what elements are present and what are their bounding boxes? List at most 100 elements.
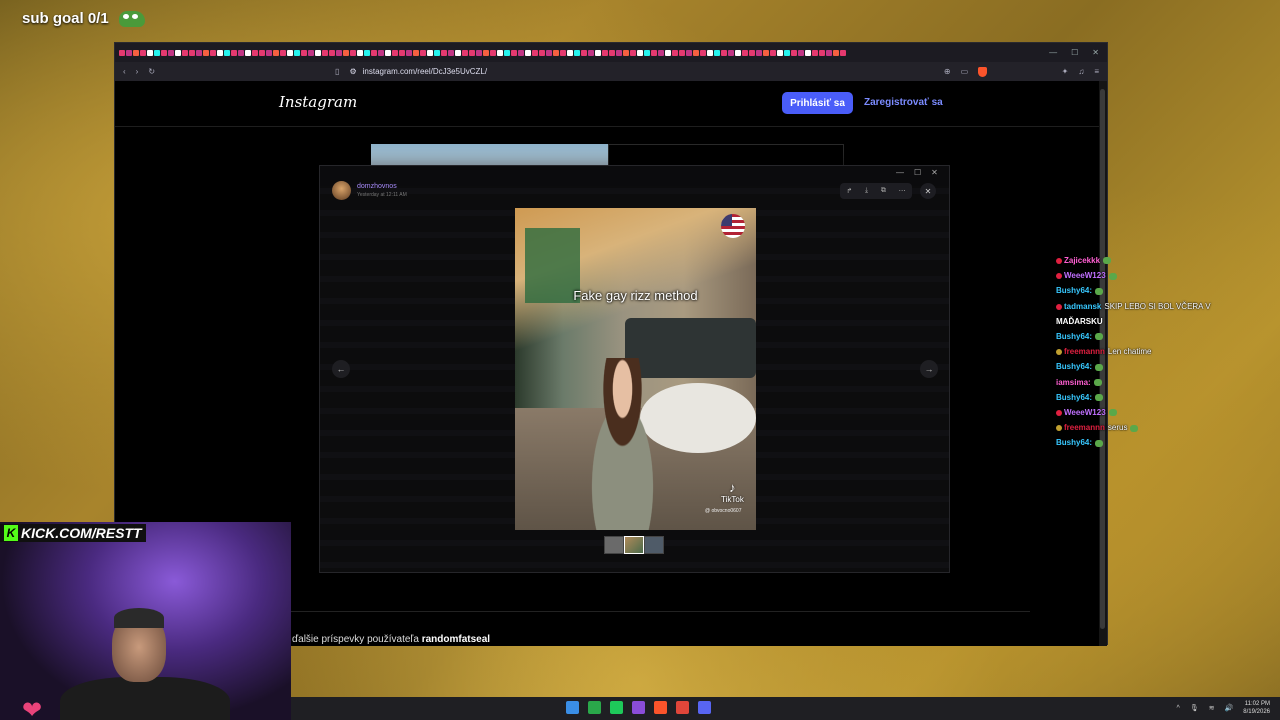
- browser-tab[interactable]: [448, 49, 454, 56]
- browser-tab[interactable]: [812, 49, 818, 56]
- browser-tab[interactable]: [602, 49, 608, 56]
- browser-tab[interactable]: [623, 49, 629, 56]
- browser-tab[interactable]: [700, 49, 706, 56]
- more-icon[interactable]: ⋯: [899, 187, 906, 195]
- browser-tab[interactable]: [287, 49, 293, 56]
- browser-tab[interactable]: [161, 49, 167, 56]
- browser-tab[interactable]: [616, 49, 622, 56]
- browser-tab[interactable]: [714, 49, 720, 56]
- browser-tab[interactable]: [574, 49, 580, 56]
- browser-tab[interactable]: [791, 49, 797, 56]
- browser-tab[interactable]: [210, 49, 216, 56]
- browser-tab[interactable]: [252, 49, 258, 56]
- browser-tab[interactable]: [686, 49, 692, 56]
- taskbar-app-icon[interactable]: [632, 701, 645, 714]
- browser-tab[interactable]: [777, 49, 783, 56]
- taskbar-app-icon[interactable]: [566, 701, 579, 714]
- next-arrow-icon[interactable]: →: [920, 360, 938, 378]
- maximize-icon[interactable]: ☐: [1071, 48, 1078, 57]
- browser-tab[interactable]: [119, 49, 125, 56]
- browser-tab[interactable]: [189, 49, 195, 56]
- browser-tab[interactable]: [441, 49, 447, 56]
- browser-tab[interactable]: [518, 49, 524, 56]
- browser-tab[interactable]: [231, 49, 237, 56]
- taskbar-app-icon[interactable]: [698, 701, 711, 714]
- browser-tab[interactable]: [238, 49, 244, 56]
- browser-tab[interactable]: [504, 49, 510, 56]
- browser-tab[interactable]: [350, 49, 356, 56]
- browser-tab[interactable]: [637, 49, 643, 56]
- more-posts-user[interactable]: randomfatseal: [422, 634, 490, 645]
- browser-tab[interactable]: [840, 49, 846, 56]
- close-window-icon[interactable]: ✕: [1092, 48, 1099, 57]
- browser-tab[interactable]: [245, 49, 251, 56]
- browser-tab[interactable]: [322, 49, 328, 56]
- browser-tab[interactable]: [357, 49, 363, 56]
- browser-tab[interactable]: [567, 49, 573, 56]
- browser-tab[interactable]: [343, 49, 349, 56]
- open-external-icon[interactable]: ⧉: [881, 187, 886, 195]
- browser-tab[interactable]: [525, 49, 531, 56]
- browser-tab[interactable]: [651, 49, 657, 56]
- browser-tab[interactable]: [483, 49, 489, 56]
- taskbar-app-icon[interactable]: [676, 701, 689, 714]
- mic-icon[interactable]: 🎙: [1190, 704, 1199, 712]
- browser-tab[interactable]: [756, 49, 762, 56]
- browser-tab[interactable]: [413, 49, 419, 56]
- browser-tab[interactable]: [203, 49, 209, 56]
- popup-maximize-icon[interactable]: ☐: [914, 168, 921, 177]
- browser-tab[interactable]: [490, 49, 496, 56]
- browser-tab[interactable]: [427, 49, 433, 56]
- download-icon[interactable]: ⤓: [865, 187, 868, 195]
- taskbar-app-icon[interactable]: [610, 701, 623, 714]
- browser-tab[interactable]: [658, 49, 664, 56]
- reload-icon[interactable]: ↻: [148, 67, 155, 76]
- browser-tab[interactable]: [399, 49, 405, 56]
- extensions-icon[interactable]: ✦: [1062, 67, 1069, 76]
- browser-tab[interactable]: [728, 49, 734, 56]
- browser-tab[interactable]: [385, 49, 391, 56]
- browser-tab[interactable]: [532, 49, 538, 56]
- browser-tab[interactable]: [546, 49, 552, 56]
- browser-tab[interactable]: [553, 49, 559, 56]
- browser-tab[interactable]: [560, 49, 566, 56]
- browser-tab[interactable]: [126, 49, 132, 56]
- login-button[interactable]: Prihlásiť sa: [782, 92, 853, 114]
- browser-tab[interactable]: [182, 49, 188, 56]
- browser-tab[interactable]: [294, 49, 300, 56]
- menu-icon[interactable]: ≡: [1094, 67, 1099, 76]
- browser-tab[interactable]: [770, 49, 776, 56]
- browser-tab[interactable]: [539, 49, 545, 56]
- browser-tab[interactable]: [371, 49, 377, 56]
- browser-tab[interactable]: [735, 49, 741, 56]
- thumbnail[interactable]: [644, 536, 664, 554]
- browser-tab[interactable]: [147, 49, 153, 56]
- browser-tab[interactable]: [301, 49, 307, 56]
- browser-tab[interactable]: [315, 49, 321, 56]
- browser-tab[interactable]: [497, 49, 503, 56]
- browser-tab[interactable]: [378, 49, 384, 56]
- zoom-icon[interactable]: ⊕: [944, 67, 951, 77]
- browser-tab[interactable]: [364, 49, 370, 56]
- browser-tab[interactable]: [175, 49, 181, 56]
- register-link[interactable]: Zaregistrovať sa: [864, 97, 943, 108]
- avatar[interactable]: [332, 181, 351, 200]
- browser-tab[interactable]: [140, 49, 146, 56]
- browser-tab[interactable]: [588, 49, 594, 56]
- browser-tab[interactable]: [819, 49, 825, 56]
- browser-tab[interactable]: [511, 49, 517, 56]
- browser-tab[interactable]: [133, 49, 139, 56]
- popup-minimize-icon[interactable]: —: [896, 168, 904, 177]
- minimize-icon[interactable]: —: [1049, 48, 1057, 57]
- browser-tab[interactable]: [763, 49, 769, 56]
- browser-tab[interactable]: [609, 49, 615, 56]
- browser-tab[interactable]: [280, 49, 286, 56]
- browser-tab[interactable]: [805, 49, 811, 56]
- tray-chevron-icon[interactable]: ^: [1177, 705, 1180, 712]
- thumbnail-selected[interactable]: [624, 536, 644, 554]
- browser-tab[interactable]: [224, 49, 230, 56]
- volume-icon[interactable]: 🔊: [1225, 704, 1234, 712]
- browser-tab[interactable]: [672, 49, 678, 56]
- browser-tab[interactable]: [644, 49, 650, 56]
- browser-tab[interactable]: [749, 49, 755, 56]
